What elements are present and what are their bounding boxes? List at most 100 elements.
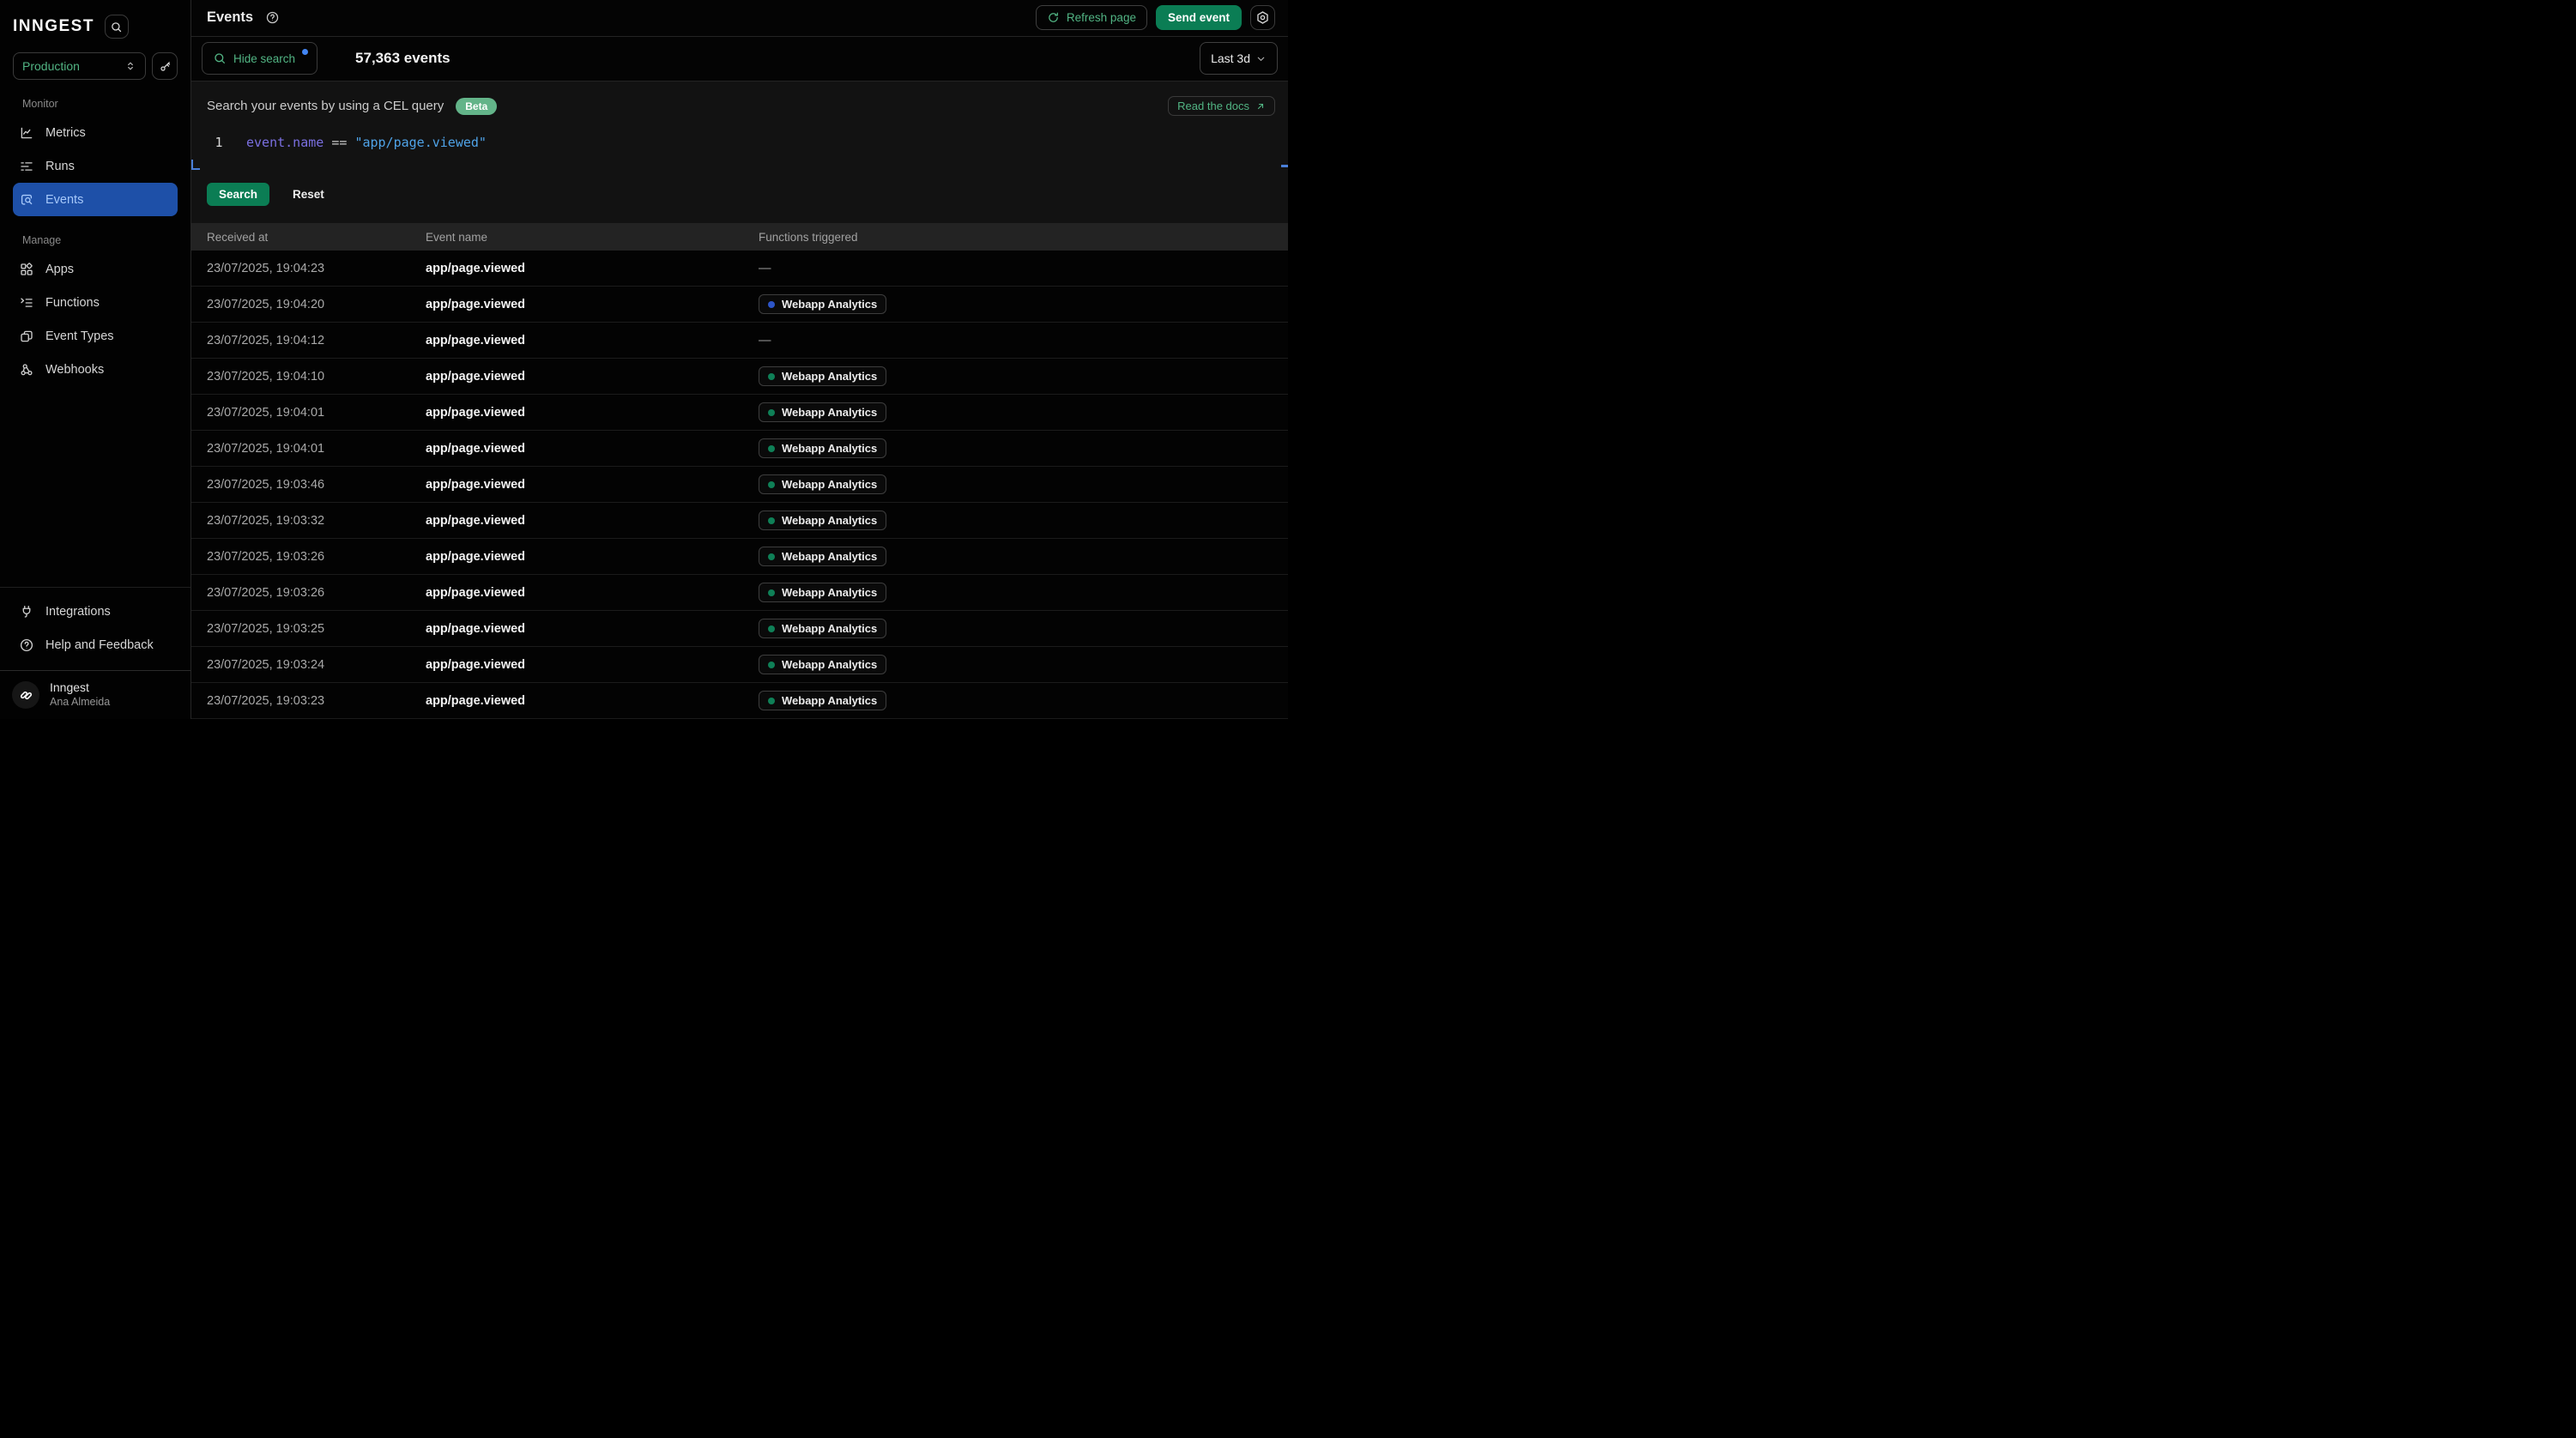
runs-list-icon [19,159,34,174]
table-row[interactable]: 23/07/2025, 19:04:01app/page.viewedWebap… [191,395,1288,431]
search-button[interactable]: Search [207,183,269,206]
notification-dot [302,49,308,55]
sidebar-item-webhooks[interactable]: Webhooks [13,353,178,386]
received-at-cell: 23/07/2025, 19:04:01 [207,406,426,420]
sidebar-item-runs[interactable]: Runs [13,149,178,183]
table-row[interactable]: 23/07/2025, 19:04:23app/page.viewed— [191,251,1288,287]
function-badge[interactable]: Webapp Analytics [759,438,886,458]
hide-search-label: Hide search [233,52,295,65]
inngest-mark-icon [19,688,33,703]
environment-name: Production [22,59,80,73]
event-name-cell: app/page.viewed [426,442,759,456]
sidebar-item-event-types[interactable]: Event Types [13,319,178,353]
sidebar-item-events[interactable]: Events [13,183,178,216]
status-dot [768,481,775,488]
function-name: Webapp Analytics [782,622,877,635]
sidebar-item-integrations[interactable]: Integrations [13,595,178,628]
status-dot [768,698,775,704]
status-dot [768,445,775,452]
functions-triggered-cell: Webapp Analytics [759,619,1288,638]
table-row[interactable]: 23/07/2025, 19:04:12app/page.viewed— [191,323,1288,359]
environment-selector[interactable]: Production [13,52,146,80]
cel-query-editor[interactable]: 1 event.name == "app/page.viewed" [207,135,1275,174]
sidebar-item-apps[interactable]: Apps [13,252,178,286]
functions-triggered-cell: Webapp Analytics [759,474,1288,494]
function-badge[interactable]: Webapp Analytics [759,655,886,674]
function-name: Webapp Analytics [782,550,877,563]
metrics-chart-icon [19,125,34,141]
event-name-cell: app/page.viewed [426,694,759,708]
function-badge[interactable]: Webapp Analytics [759,402,886,422]
received-at-cell: 23/07/2025, 19:04:23 [207,262,426,275]
refresh-icon [1047,11,1060,24]
refresh-page-button[interactable]: Refresh page [1036,5,1147,30]
event-name-cell: app/page.viewed [426,262,759,275]
functions-triggered-cell: Webapp Analytics [759,511,1288,530]
status-dot [768,662,775,668]
table-row[interactable]: 23/07/2025, 19:03:25app/page.viewedWebap… [191,611,1288,647]
chevrons-up-down-icon [124,60,136,72]
chevron-down-icon [1255,53,1267,64]
functions-triggered-cell: — [759,333,1288,348]
received-at-cell: 23/07/2025, 19:03:46 [207,478,426,492]
received-at-cell: 23/07/2025, 19:04:12 [207,334,426,347]
column-header: Received at [207,231,426,244]
sidebar-item-metrics[interactable]: Metrics [13,116,178,149]
sidebar-item-help-and-feedback[interactable]: Help and Feedback [13,628,178,662]
profile-org: Inngest [50,680,110,696]
cel-query-panel: Search your events by using a CEL query … [191,82,1288,223]
reset-button[interactable]: Reset [293,188,324,201]
editor-resize-handle-right[interactable] [1281,165,1288,167]
table-row[interactable]: 23/07/2025, 19:03:26app/page.viewedWebap… [191,575,1288,611]
functions-triggered-cell: Webapp Analytics [759,547,1288,566]
event-name-cell: app/page.viewed [426,658,759,672]
functions-icon [19,295,34,311]
function-badge[interactable]: Webapp Analytics [759,511,886,530]
profile[interactable]: Inngest Ana Almeida [0,670,190,719]
hide-search-button[interactable]: Hide search [202,42,317,75]
function-badge[interactable]: Webapp Analytics [759,619,886,638]
read-docs-button[interactable]: Read the docs [1168,96,1275,116]
sidebar-nav: MonitorMetricsRunsEventsManageAppsFuncti… [0,80,190,386]
function-badge[interactable]: Webapp Analytics [759,691,886,710]
status-dot [768,625,775,632]
table-row[interactable]: 23/07/2025, 19:04:10app/page.viewedWebap… [191,359,1288,395]
webhooks-icon [19,362,34,378]
time-range-selector[interactable]: Last 3d [1200,42,1278,75]
refresh-page-label: Refresh page [1067,11,1136,24]
function-badge[interactable]: Webapp Analytics [759,547,886,566]
send-event-button[interactable]: Send event [1156,5,1242,30]
settings-button[interactable] [1250,5,1275,30]
column-header: Event name [426,231,759,244]
editor-resize-handle-left[interactable] [191,160,200,170]
functions-triggered-cell: Webapp Analytics [759,438,1288,458]
sidebar-item-label: Integrations [45,605,111,619]
help-circle-icon[interactable] [265,10,280,25]
table-row[interactable]: 23/07/2025, 19:03:24app/page.viewedWebap… [191,647,1288,683]
page-title: Events [207,9,253,26]
function-badge[interactable]: Webapp Analytics [759,366,886,386]
status-dot [768,553,775,560]
table-row[interactable]: 23/07/2025, 19:03:32app/page.viewedWebap… [191,503,1288,539]
table-row[interactable]: 23/07/2025, 19:04:01app/page.viewedWebap… [191,431,1288,467]
sidebar-item-functions[interactable]: Functions [13,286,178,319]
function-badge[interactable]: Webapp Analytics [759,583,886,602]
function-name: Webapp Analytics [782,298,877,311]
function-name: Webapp Analytics [782,370,877,383]
table-row[interactable]: 23/07/2025, 19:03:46app/page.viewedWebap… [191,467,1288,503]
apps-grid-icon [19,262,34,277]
received-at-cell: 23/07/2025, 19:03:26 [207,550,426,564]
functions-triggered-cell: — [759,261,1288,276]
table-row[interactable]: 23/07/2025, 19:03:23app/page.viewedWebap… [191,683,1288,719]
send-event-label: Send event [1168,11,1230,24]
table-row[interactable]: 23/07/2025, 19:03:26app/page.viewedWebap… [191,539,1288,575]
table-row[interactable]: 23/07/2025, 19:04:20app/page.viewedWebap… [191,287,1288,323]
function-badge[interactable]: Webapp Analytics [759,294,886,314]
no-functions-dash: — [759,262,771,275]
sidebar-search-button[interactable] [105,15,129,39]
sidebar-footer-nav: Integrations Help and Feedback [0,588,190,670]
beta-badge: Beta [456,98,497,115]
function-badge[interactable]: Webapp Analytics [759,474,886,494]
sidebar-item-label: Apps [45,263,74,276]
event-keys-button[interactable] [152,52,178,80]
